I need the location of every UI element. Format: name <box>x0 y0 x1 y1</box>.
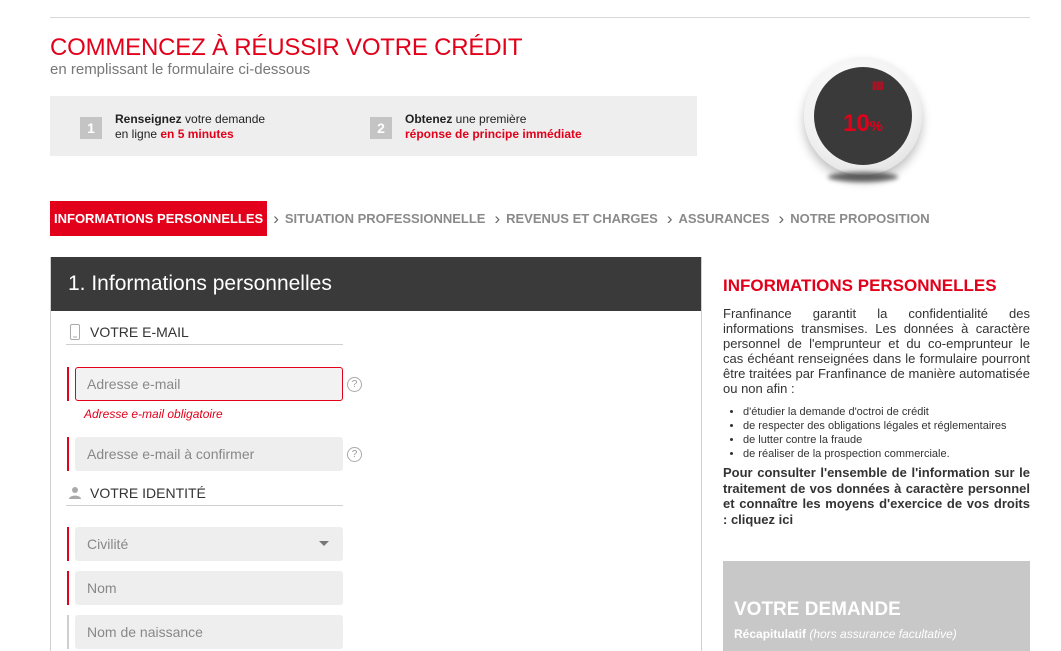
required-marker <box>67 367 69 401</box>
demand-subtitle-note: (hors assurance facultative) <box>806 627 957 641</box>
step-1-rest: votre demande <box>181 112 266 126</box>
progress-gauge: |||||||| 10% <box>804 57 922 175</box>
demand-subtitle: Récapitulatif (hors assurance facultativ… <box>734 627 1019 641</box>
step-number-2: 2 <box>370 117 392 139</box>
info-title: INFORMATIONS PERSONNELLES <box>723 276 997 295</box>
email-row: Adresse e-mail ? <box>67 367 362 401</box>
civility-select[interactable]: Civilité <box>75 527 343 561</box>
demand-title: VOTRE DEMANDE <box>734 599 901 620</box>
email-error-message: Adresse e-mail obligatoire <box>84 407 223 421</box>
phone-icon <box>66 324 84 340</box>
privacy-link[interactable]: Pour consulter l'ensemble de l'informati… <box>723 465 1030 527</box>
progress-gauge-face: |||||||| 10% <box>814 67 912 165</box>
breadcrumb-situation-professionnelle[interactable]: SITUATION PROFESSIONNELLE <box>282 201 489 236</box>
email-confirm-row: Adresse e-mail à confirmer ? <box>67 437 362 471</box>
step-2-rest: une première <box>452 112 527 126</box>
help-icon[interactable]: ? <box>347 446 362 462</box>
required-marker <box>67 527 69 561</box>
identity-section-label: VOTRE IDENTITÉ <box>90 485 206 501</box>
required-marker <box>67 571 69 605</box>
step-2-highlight: réponse de principe immédiate <box>405 127 582 141</box>
user-icon <box>66 486 84 500</box>
civility-row: Civilité <box>67 527 343 561</box>
breadcrumb-revenus-et-charges[interactable]: REVENUS ET CHARGES <box>503 201 661 236</box>
page-subtitle: en remplissant le formulaire ci-dessous <box>50 61 311 78</box>
progress-value: 10% <box>814 110 912 138</box>
step-2-bold: Obtenez <box>405 112 453 126</box>
civility-select-value: Civilité <box>87 536 129 552</box>
breadcrumb-informations-personnelles[interactable]: INFORMATIONS PERSONNELLES <box>50 201 268 236</box>
info-paragraph: Franfinance garantit la confidentialité … <box>723 306 1030 396</box>
top-divider <box>50 17 1030 18</box>
step-1-line2: en ligne <box>115 127 161 141</box>
optional-marker <box>67 615 69 649</box>
info-sidebar: INFORMATIONS PERSONNELLES Franfinance ga… <box>723 276 1030 527</box>
birth-name-input[interactable]: Nom de naissance <box>75 615 343 649</box>
help-icon[interactable]: ? <box>347 376 362 392</box>
required-marker <box>67 437 69 471</box>
name-input[interactable]: Nom <box>75 571 343 605</box>
demand-summary-box: VOTRE DEMANDE Récapitulatif (hors assura… <box>723 561 1030 651</box>
chevron-right-icon: › <box>273 209 279 228</box>
email-section-heading: VOTRE E-MAIL <box>66 320 343 345</box>
chevron-right-icon: › <box>778 209 785 228</box>
step-1-text: Renseignez votre demande en ligne en 5 m… <box>115 112 265 142</box>
breadcrumb-assurances[interactable]: ASSURANCES <box>676 201 773 236</box>
step-2: 2 Obtenez une première réponse de princi… <box>370 112 582 142</box>
progress-number: 10 <box>842 110 870 137</box>
info-bullet-list: d'étudier la demande d'octroi de crédit … <box>743 405 1030 461</box>
name-row: Nom <box>67 571 343 605</box>
email-section-label: VOTRE E-MAIL <box>90 324 189 340</box>
list-item: de respecter des obligations légales et … <box>743 419 1030 433</box>
breadcrumb-notre-proposition[interactable]: NOTRE PROPOSITION <box>787 201 932 236</box>
progress-unit: % <box>869 118 884 135</box>
chevron-right-icon: › <box>666 209 673 228</box>
list-item: de réaliser de la prospection commercial… <box>743 447 1030 461</box>
list-item: de lutter contre la fraude <box>743 433 1030 447</box>
page-title: COMMENCEZ À RÉUSSIR VOTRE CRÉDIT <box>50 34 523 61</box>
step-1-bold: Renseignez <box>115 112 182 126</box>
steps-banner: 1 Renseignez votre demande en ligne en 5… <box>50 96 697 156</box>
form-title: 1. Informations personnelles <box>51 257 701 311</box>
email-confirm-input[interactable]: Adresse e-mail à confirmer <box>75 437 343 471</box>
progress-breadcrumb: INFORMATIONS PERSONNELLES › SITUATION PR… <box>50 201 933 236</box>
step-1: 1 Renseignez votre demande en ligne en 5… <box>80 112 265 142</box>
list-item: d'étudier la demande d'octroi de crédit <box>743 405 1030 419</box>
gauge-shadow <box>828 172 898 182</box>
email-input[interactable]: Adresse e-mail <box>75 367 343 401</box>
progress-ticks: |||||||| <box>872 80 884 90</box>
chevron-down-icon <box>319 541 329 546</box>
identity-section-heading: VOTRE IDENTITÉ <box>66 481 343 506</box>
birth-name-row: Nom de naissance <box>67 615 343 649</box>
step-2-text: Obtenez une première réponse de principe… <box>405 112 582 142</box>
chevron-right-icon: › <box>494 209 501 228</box>
step-number-1: 1 <box>80 117 102 139</box>
form-panel: 1. Informations personnelles VOTRE E-MAI… <box>50 257 702 651</box>
demand-subtitle-bold: Récapitulatif <box>734 627 807 641</box>
step-1-highlight: en 5 minutes <box>160 127 234 141</box>
